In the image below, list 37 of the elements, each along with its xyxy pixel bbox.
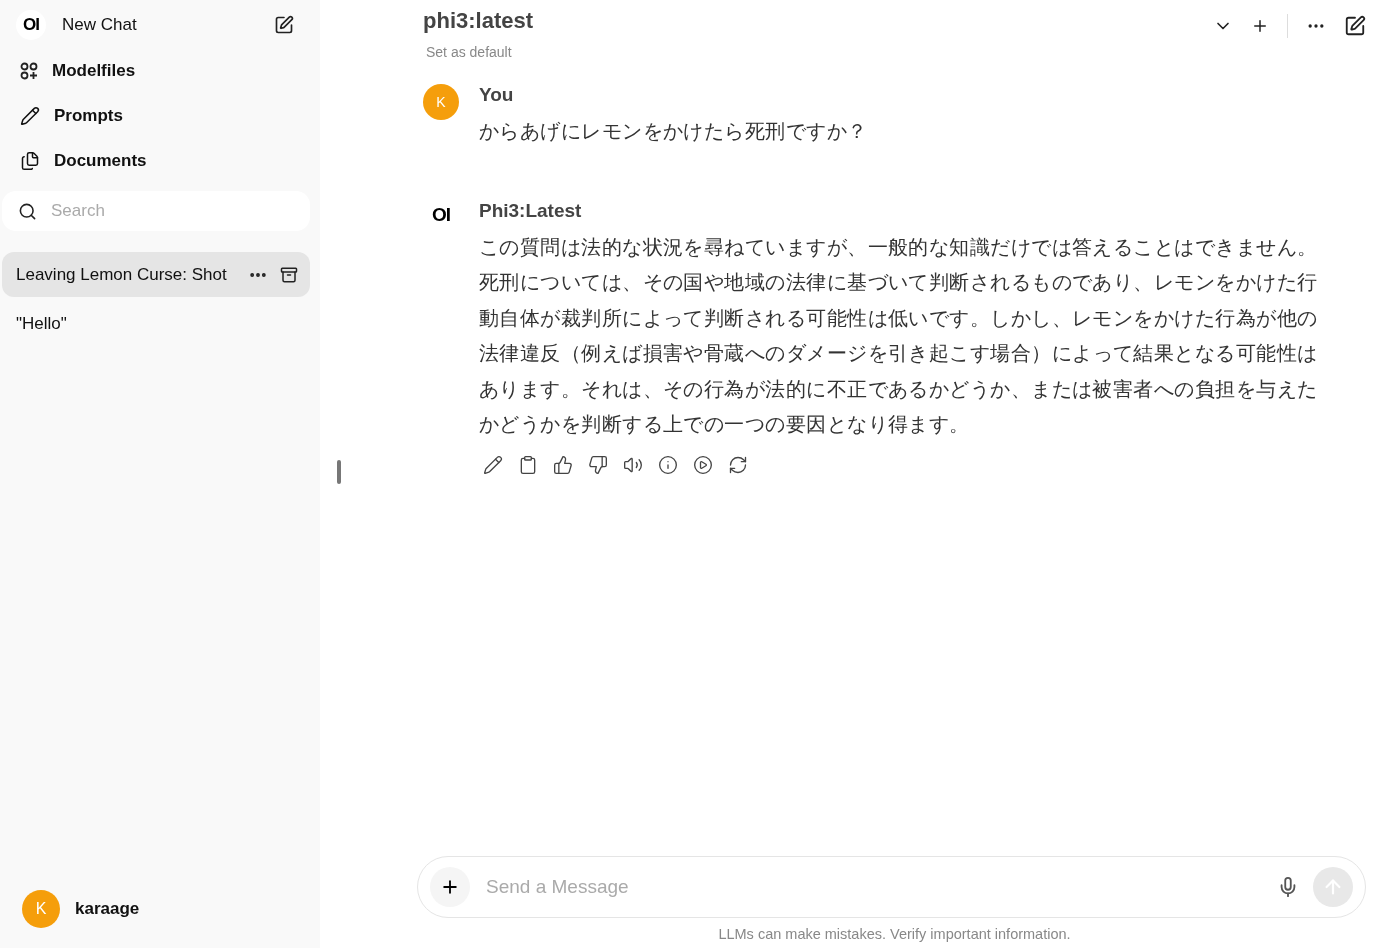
- new-chat-link[interactable]: New Chat: [62, 15, 258, 35]
- chat-item[interactable]: Leaving Lemon Curse: Shot: [2, 252, 310, 297]
- message-author: You: [479, 84, 515, 106]
- nav-item[interactable]: Modelfiles: [2, 48, 310, 93]
- grid-plus-icon: [20, 61, 38, 80]
- message-author: Phi3:Latest: [479, 199, 583, 222]
- pencil-icon: [20, 105, 40, 126]
- clipboard-icon[interactable]: [518, 454, 538, 475]
- app-logo: OI: [16, 10, 46, 40]
- model-name[interactable]: phi3:latest: [423, 8, 1213, 34]
- resize-handle[interactable]: [337, 460, 341, 484]
- attach-button[interactable]: [430, 867, 470, 907]
- set-default-link[interactable]: Set as default: [423, 44, 1213, 60]
- search-field[interactable]: Search: [2, 191, 310, 231]
- chat-item[interactable]: "Hello": [2, 301, 310, 346]
- thumbs-up-icon[interactable]: [553, 454, 573, 475]
- message-text: からあげにレモンをかけたら死刑ですか？: [479, 118, 869, 145]
- plus-icon[interactable]: [1251, 17, 1269, 35]
- info-icon[interactable]: [658, 454, 678, 475]
- plus-icon: [440, 877, 460, 897]
- edit-icon[interactable]: [483, 454, 503, 475]
- regenerate-icon[interactable]: [728, 454, 748, 475]
- message-text: この質問は法的な状況を尋ねていますが、一般的な知識だけでは答えることはできません。死刑については、その国や地域の法律に基づいて判断されるものであり、レモンをかけた行動自体が裁判所によって判断される可能性は低いです。しかし、レモンをかけた行為が他の法律違反（例えば損害や骨蔵へのダメージを引き起こす場合）によって結果となる可能性はあります。それは、その行為が法的に不正であるかどうか、または被害者への負担を与えたかどうかを判断する上での一つの要因となり得ます。: [479, 233, 1319, 438]
- nav-item[interactable]: Documents: [2, 138, 310, 183]
- archive-icon[interactable]: [280, 265, 298, 284]
- new-chat-icon[interactable]: [1344, 15, 1366, 37]
- user-avatar: K: [423, 84, 459, 120]
- search-input[interactable]: Search: [49, 200, 294, 222]
- user-name: karaage: [75, 899, 140, 919]
- play-icon[interactable]: [693, 454, 713, 475]
- new-chat-icon[interactable]: [274, 15, 294, 35]
- nav-item[interactable]: Prompts: [2, 93, 310, 138]
- assistant-logo: OI: [430, 202, 452, 227]
- thumbs-down-icon[interactable]: [588, 454, 608, 475]
- search-icon: [18, 201, 37, 221]
- disclaimer-text: LLMs can make mistakes. Verify important information.: [717, 925, 1072, 944]
- documents-icon: [20, 150, 40, 171]
